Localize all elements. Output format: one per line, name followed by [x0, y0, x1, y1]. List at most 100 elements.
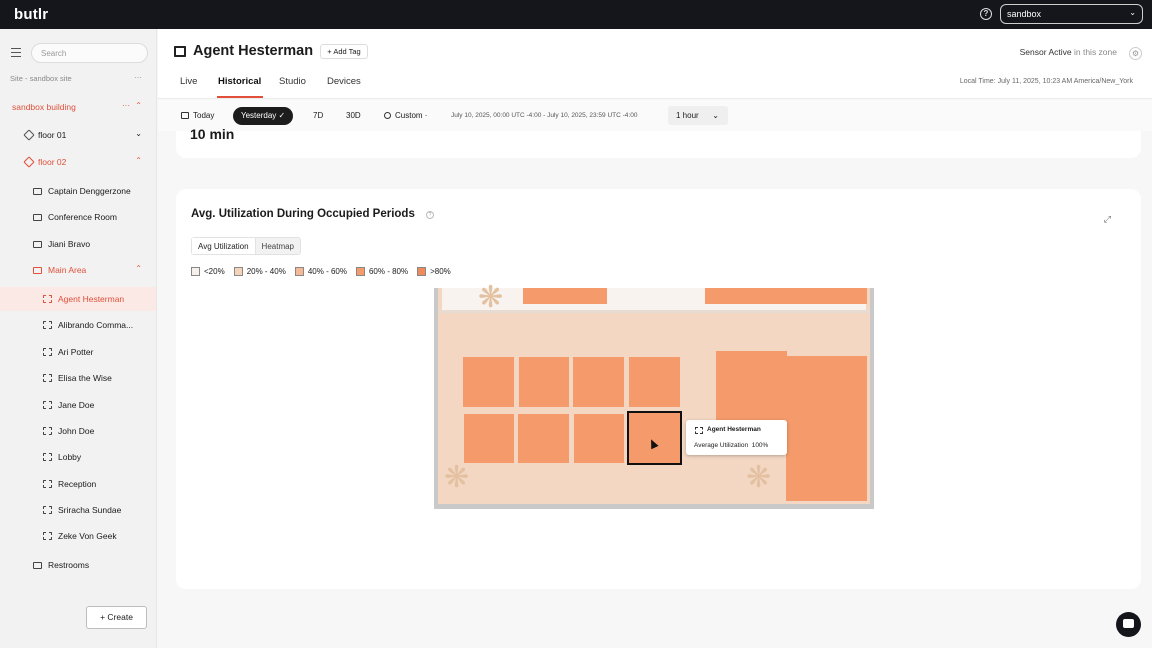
floorplan-zone[interactable] [705, 288, 867, 304]
sidebar-item-restrooms[interactable]: Restrooms [0, 553, 156, 577]
floorplan-zone[interactable] [573, 357, 624, 407]
legend-swatch [294, 267, 304, 276]
legend-label: <20% [204, 267, 225, 276]
sidebar-item-zone[interactable]: Zeke Von Geek [0, 524, 156, 548]
search-input[interactable]: Search [31, 43, 148, 63]
sensor-status-suffix: in this zone [1071, 47, 1117, 57]
zone-label: Elisa the Wise [58, 373, 112, 383]
floorplan-zone[interactable] [716, 351, 787, 425]
floorplan-zone[interactable] [463, 357, 514, 407]
sidebar-item-zone[interactable]: Elisa the Wise [0, 366, 156, 390]
plant-icon: ❋ [746, 461, 772, 494]
sidebar-item-zone[interactable]: John Doe [0, 419, 156, 443]
org-select-value: sandbox [1007, 9, 1042, 19]
clock-icon [384, 112, 391, 119]
zone-icon [695, 427, 703, 434]
legend-swatch [417, 267, 427, 276]
sidebar-item-sandbox-building[interactable]: sandbox building ··· ⌃ [0, 95, 156, 119]
sidebar-item-zone[interactable]: Ari Potter [0, 340, 156, 364]
zone-header: Agent Hesterman + Add Tag Sensor Active … [158, 29, 1152, 99]
floorplan-zone[interactable] [574, 414, 624, 463]
zone-label: Ari Potter [58, 347, 94, 357]
more-icon[interactable]: ··· [122, 101, 130, 110]
active-tab-indicator [217, 96, 263, 98]
sensor-status: Sensor Active in this zone [1020, 47, 1117, 57]
sidebar-item-room[interactable]: Conference Room [0, 205, 156, 229]
toggle-heatmap[interactable]: Heatmap [256, 238, 300, 254]
legend-item: >80% [417, 267, 451, 276]
chat-icon[interactable] [1116, 612, 1141, 637]
local-time: Local Time: July 11, 2025, 10:23 AM Amer… [959, 78, 1133, 85]
zone-icon [43, 480, 52, 488]
custom-button[interactable]: Custom · [376, 107, 435, 125]
more-icon[interactable]: ··· [134, 73, 142, 82]
sidebar-item-floor-01[interactable]: floor 01 ⌄ [0, 123, 156, 147]
yesterday-button[interactable]: Yesterday ✓ [233, 107, 294, 125]
chevron-up-icon[interactable]: ⌃ [135, 156, 142, 165]
tab-historical[interactable]: Historical [218, 76, 261, 87]
chevron-up-icon[interactable]: ⌃ [135, 264, 142, 273]
tooltip-metric-label: Average Utilization [694, 442, 749, 449]
info-icon[interactable]: ? [426, 211, 434, 219]
sidebar-item-floor-02[interactable]: floor 02 ⌃ [0, 150, 156, 174]
room-label: Captain Denggerzone [48, 186, 131, 196]
gear-icon[interactable]: ⚙ [1129, 47, 1142, 60]
sidebar-item-zone[interactable]: Jane Doe [0, 393, 156, 417]
legend-label: 20% - 40% [246, 267, 286, 276]
tab-devices[interactable]: Devices [327, 76, 361, 87]
sidebar-item-room[interactable]: Captain Denggerzone [0, 179, 156, 203]
sidebar-item-zone[interactable]: Reception [0, 472, 156, 496]
floor-label: floor 01 [38, 130, 67, 140]
plant-icon: ❋ [478, 281, 504, 314]
add-tag-button[interactable]: + Add Tag [320, 44, 368, 59]
legend-label: 40% - 60% [307, 267, 347, 276]
tab-studio[interactable]: Studio [279, 76, 306, 87]
sidebar-item-zone[interactable]: Alibrando Comma... [0, 313, 156, 337]
chevron-up-icon[interactable]: ⌃ [135, 101, 142, 110]
plant-icon: ❋ [444, 461, 470, 494]
30d-button[interactable]: 30D [338, 107, 369, 125]
expand-icon[interactable]: ⤢ [1104, 214, 1111, 225]
org-select[interactable]: sandbox ⌄ [1000, 4, 1143, 24]
menu-icon[interactable] [11, 48, 21, 57]
zone-label: Lobby [58, 452, 82, 462]
room-label: Restrooms [48, 560, 90, 570]
create-button[interactable]: + Create [86, 606, 147, 629]
zone-label: Alibrando Comma... [58, 320, 134, 330]
zone-icon [43, 532, 52, 540]
floorplan: ❋ ❋ ❋ [434, 281, 874, 509]
zone-icon [43, 401, 52, 409]
duration-card: 10 min [176, 126, 1141, 158]
floorplan-zone[interactable] [519, 357, 569, 407]
sidebar-site-row[interactable]: Site - sandbox site ··· [0, 67, 156, 91]
floorplan-zone[interactable] [629, 357, 680, 407]
sidebar-item-main-area[interactable]: Main Area ⌃ [0, 258, 156, 282]
chevron-down-icon[interactable]: ⌄ [135, 129, 142, 138]
sidebar-item-zone[interactable]: Lobby [0, 445, 156, 469]
tooltip-title: Agent Hesterman [707, 426, 761, 433]
sidebar-item-room[interactable]: Jiani Bravo [0, 232, 156, 256]
floorplan-zone[interactable] [464, 414, 514, 463]
floorplan-zone[interactable] [523, 288, 607, 304]
interval-select[interactable]: 1 hour ⌄ [668, 106, 728, 125]
tab-live[interactable]: Live [180, 76, 197, 87]
today-label: Today [193, 111, 215, 120]
today-button[interactable]: Today [173, 107, 222, 125]
7d-button[interactable]: 7D [305, 107, 331, 125]
help-icon[interactable]: ? [980, 8, 992, 20]
sidebar-item-zone[interactable]: Sriracha Sundae [0, 498, 156, 522]
toggle-avg-utilization[interactable]: Avg Utilization [192, 238, 256, 254]
sidebar-item-zone-selected[interactable]: Agent Hesterman [0, 287, 156, 311]
floorplan-zone[interactable] [786, 356, 867, 501]
view-toggle: Avg Utilization Heatmap [191, 237, 302, 255]
zone-icon [43, 506, 52, 514]
room-icon [33, 241, 42, 248]
zone-icon [43, 348, 52, 356]
butlr-logo[interactable]: butlr [14, 6, 48, 23]
legend-item: 20% - 40% [233, 267, 286, 276]
room-label: Conference Room [48, 212, 117, 222]
legend-swatch [233, 267, 243, 276]
legend-swatch [191, 267, 200, 276]
zone-label: Reception [58, 479, 97, 489]
floorplan-zone[interactable] [518, 414, 569, 463]
